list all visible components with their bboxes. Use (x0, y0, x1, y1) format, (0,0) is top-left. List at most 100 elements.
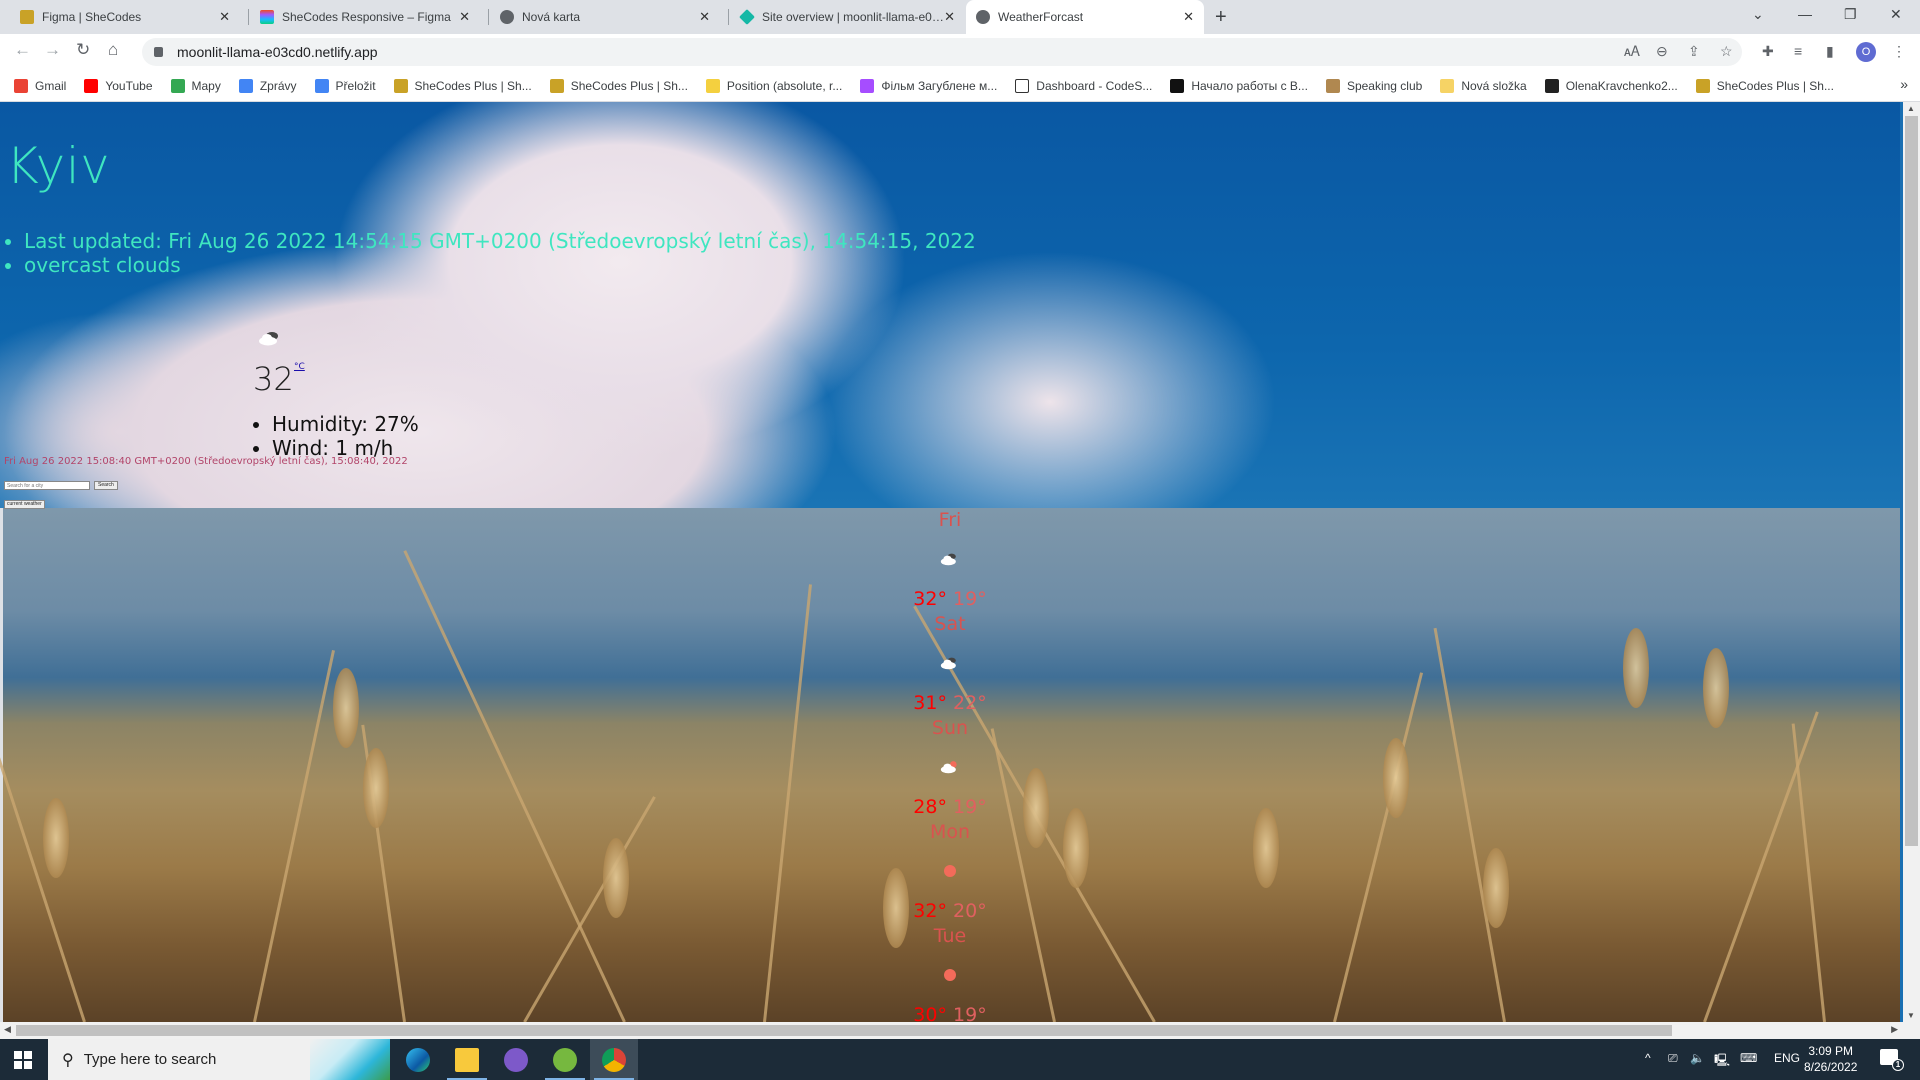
bookmark-label: OlenaKravchenko2... (1565, 78, 1678, 93)
action-center-icon[interactable]: 1 (1880, 1049, 1904, 1071)
restore-icon[interactable]: ❐ (1844, 6, 1857, 23)
chrome-app[interactable] (590, 1039, 638, 1080)
language-indicator[interactable]: ENG (1774, 1051, 1800, 1065)
volume-icon[interactable]: 🔈 (1690, 1051, 1705, 1065)
taskbar-search[interactable]: ⚲ Type here to search (48, 1039, 390, 1080)
tab-bar: Figma | SheCodes ✕ SheCodes Responsive –… (0, 0, 1920, 34)
bookmark-item[interactable]: Přeložit (314, 78, 376, 93)
bookmark-item[interactable]: Nová složka (1440, 78, 1527, 93)
bookmark-label: Nová složka (1461, 78, 1527, 93)
bookmark-item[interactable]: Dashboard - CodeS... (1015, 78, 1152, 93)
vertical-scrollbar[interactable]: ▲ ▼ (1903, 102, 1920, 1022)
tab-new-tab[interactable]: Nová karta ✕ (490, 0, 720, 34)
viber-app[interactable] (492, 1039, 540, 1080)
scroll-right-icon[interactable]: ▶ (1891, 1024, 1898, 1035)
humidity: Humidity: 27% (272, 412, 419, 436)
bookmark-label: SheCodes Plus | Sh... (1716, 78, 1834, 93)
minimize-icon[interactable]: — (1798, 6, 1812, 22)
wheat-ear (1703, 648, 1729, 728)
reload-icon[interactable]: ↻ (76, 40, 90, 60)
bookmark-item[interactable]: YouTube (84, 78, 153, 93)
city-search-input[interactable] (4, 481, 90, 490)
extensions-icon[interactable]: ✚ (1762, 43, 1774, 60)
notification-count: 1 (1892, 1059, 1904, 1071)
close-icon[interactable]: ✕ (459, 9, 470, 25)
current-date: Fri Aug 26 2022 15:08:40 GMT+0200 (Střed… (4, 456, 408, 467)
meet-now-icon[interactable]: ⎚ (1668, 1051, 1678, 1066)
forward-icon[interactable]: → (44, 40, 61, 60)
bookmark-item[interactable]: Фільм Загублене м... (860, 78, 997, 93)
url-text[interactable]: moonlit-llama-e03cd0.netlify.app (177, 44, 378, 60)
search-button[interactable]: Search (94, 481, 118, 490)
celsius-unit-link[interactable]: °C (294, 362, 305, 372)
bookmark-item[interactable]: Speaking club (1325, 78, 1422, 93)
bookmark-item[interactable]: SheCodes Plus | Sh... (1695, 78, 1834, 93)
window-close-icon[interactable]: ✕ (1890, 6, 1902, 23)
wheat-ear (1623, 628, 1649, 708)
new-tab-button[interactable]: + (1215, 6, 1227, 29)
home-icon[interactable]: ⌂ (108, 40, 118, 60)
current-weather-button[interactable]: current weather (4, 500, 45, 509)
forecast-min-temp: 19° (953, 1004, 987, 1022)
tab-figma-shecodes[interactable]: Figma | SheCodes ✕ (10, 0, 240, 34)
utorrent-app[interactable] (541, 1039, 589, 1080)
bookmark-item[interactable]: Position (absolute, r... (705, 78, 842, 93)
touch-keyboard-icon[interactable]: ⌨ (1740, 1051, 1757, 1065)
file-explorer-app[interactable] (443, 1039, 491, 1080)
bookmark-item[interactable]: Gmail (14, 78, 66, 93)
wheat-ear (1383, 738, 1409, 818)
address-bar[interactable]: moonlit-llama-e03cd0.netlify.app 🗚 ⊖ ⇪ ☆ (142, 38, 1742, 66)
forecast-max-temp: 32° (913, 588, 947, 610)
bookmark-favicon-icon (84, 78, 99, 93)
share-icon[interactable]: ⇪ (1688, 43, 1700, 60)
side-panel-icon[interactable]: ▮ (1826, 43, 1834, 60)
bookmark-item[interactable]: Mapy (170, 78, 221, 93)
show-hidden-icons-chevron-icon[interactable]: ^ (1645, 1051, 1651, 1065)
close-icon[interactable]: ✕ (219, 9, 230, 25)
wheat-stalk (523, 796, 656, 1022)
tab-separator (488, 9, 489, 25)
bookmark-star-icon[interactable]: ☆ (1720, 43, 1733, 60)
globe-icon (500, 10, 514, 24)
search-icon: ⚲ (62, 1051, 74, 1069)
bookmark-item[interactable]: OlenaKravchenko2... (1544, 78, 1678, 93)
bookmark-favicon-icon (860, 78, 875, 93)
edge-app[interactable] (394, 1039, 442, 1080)
vertical-scroll-thumb[interactable] (1905, 116, 1918, 846)
close-icon[interactable]: ✕ (699, 9, 710, 25)
clock-time: 3:09 PM (1808, 1044, 1854, 1058)
media-control-icon[interactable]: ≡ (1794, 43, 1802, 59)
tab-shecodes-responsive[interactable]: SheCodes Responsive – Figma ✕ (250, 0, 480, 34)
bookmark-favicon-icon (14, 78, 28, 93)
network-icon[interactable]: 🖳 (1714, 1051, 1730, 1072)
back-icon[interactable]: ← (14, 40, 31, 60)
system-clock[interactable]: 3:09 PM 8/26/2022 (1804, 1043, 1857, 1075)
tab-site-overview[interactable]: Site overview | moonlit-llama-e0… ✕ (730, 0, 965, 34)
bookmark-item[interactable]: Zprávy (238, 78, 297, 93)
sun-icon (860, 948, 1040, 1002)
bookmark-favicon-icon (1170, 78, 1185, 93)
tab-search-chevron-icon[interactable]: ⌄ (1752, 6, 1764, 23)
windows-start-icon[interactable] (14, 1051, 32, 1069)
zoom-out-icon[interactable]: ⊖ (1656, 43, 1668, 60)
translate-icon[interactable]: 🗚 (1624, 43, 1640, 60)
profile-avatar[interactable]: O (1856, 42, 1876, 62)
horizontal-scrollbar[interactable]: ◀ ▶ (0, 1022, 1920, 1039)
bookmarks-overflow-icon[interactable]: » (1900, 76, 1908, 92)
close-icon[interactable]: ✕ (1183, 9, 1194, 25)
horizontal-scroll-thumb[interactable] (16, 1025, 1672, 1036)
wheat-stalk (1703, 711, 1819, 1022)
bookmark-item[interactable]: Начало работы с В... (1170, 78, 1308, 93)
tab-weatherforcast[interactable]: WeatherForcast ✕ (966, 0, 1204, 34)
scroll-left-icon[interactable]: ◀ (4, 1024, 11, 1035)
windows-taskbar: ⚲ Type here to search ^ ⎚ 🔈 🖳 ⌨ ENG 3:09… (0, 1039, 1920, 1080)
bookmark-item[interactable]: SheCodes Plus | Sh... (393, 78, 532, 93)
close-icon[interactable]: ✕ (944, 9, 955, 25)
menu-kebab-icon[interactable]: ⋮ (1892, 43, 1906, 60)
bookmark-favicon-icon (238, 78, 253, 93)
forecast-min-temp: 20° (953, 900, 987, 922)
scroll-up-icon[interactable]: ▲ (1907, 104, 1915, 113)
forecast-min-temp: 19° (953, 796, 987, 818)
bookmark-item[interactable]: SheCodes Plus | Sh... (549, 78, 688, 93)
scroll-down-icon[interactable]: ▼ (1907, 1011, 1915, 1020)
